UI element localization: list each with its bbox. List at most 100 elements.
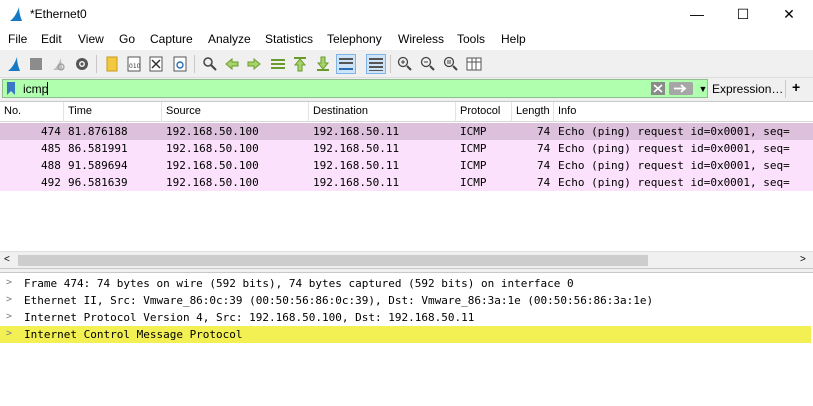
menu-tools[interactable]: Tools [457, 32, 485, 46]
packet-protocol: ICMP [460, 125, 487, 138]
menu-edit[interactable]: Edit [41, 32, 62, 46]
text-cursor [47, 82, 48, 95]
svg-text:010: 010 [129, 63, 141, 70]
menu-go[interactable]: Go [119, 32, 135, 46]
zoom-out-icon [420, 56, 435, 71]
go-to-packet-button[interactable] [268, 54, 288, 74]
column-separator[interactable] [161, 102, 162, 122]
menu-view[interactable]: View [78, 32, 104, 46]
detail-row-ipv4[interactable]: > Internet Protocol Version 4, Src: 192.… [0, 309, 811, 326]
resize-columns-icon [466, 57, 482, 71]
chevron-down-icon[interactable]: ▼ [697, 81, 709, 96]
packet-list-header: No. Time Source Destination Protocol Len… [0, 102, 813, 122]
expression-button[interactable]: Expression… [712, 82, 783, 96]
go-last-icon [316, 56, 330, 71]
column-destination[interactable]: Destination [313, 105, 368, 117]
toolbar-separator [96, 55, 97, 73]
resize-columns-button[interactable] [464, 54, 484, 74]
open-file-button[interactable] [102, 54, 122, 74]
menu-file[interactable]: File [8, 32, 27, 46]
packet-row[interactable]: 488 91.589694 192.168.50.100 192.168.50.… [0, 157, 813, 174]
packet-no: 485 [41, 142, 61, 155]
menu-capture[interactable]: Capture [150, 32, 193, 46]
auto-scroll-icon [339, 58, 353, 70]
detail-text: Ethernet II, Src: Vmware_86:0c:39 (00:50… [24, 294, 654, 307]
minimize-button[interactable]: — [674, 0, 720, 28]
window-title: *Ethernet0 [30, 7, 87, 21]
stop-capture-button[interactable] [26, 54, 46, 74]
horizontal-scrollbar[interactable]: < > [0, 251, 813, 268]
reload-file-button[interactable] [170, 54, 190, 74]
go-back-button[interactable] [222, 54, 242, 74]
expand-arrow-icon[interactable]: > [6, 294, 12, 305]
go-forward-button[interactable] [244, 54, 264, 74]
packet-protocol: ICMP [460, 176, 487, 189]
zoom-out-button[interactable] [418, 54, 438, 74]
column-no[interactable]: No. [4, 105, 21, 117]
column-separator[interactable] [553, 102, 554, 122]
add-filter-button[interactable]: + [792, 79, 800, 95]
zoom-normal-button[interactable] [441, 54, 461, 74]
display-filter-input[interactable]: icmp ▼ [2, 79, 708, 98]
scroll-left-icon[interactable]: < [4, 254, 10, 265]
go-first-icon [293, 57, 307, 72]
go-last-button[interactable] [313, 54, 333, 74]
save-file-icon: 010 [127, 56, 141, 72]
column-separator[interactable] [455, 102, 456, 122]
scroll-right-icon[interactable]: > [800, 254, 806, 265]
packet-time: 96.581639 [68, 176, 128, 189]
packet-row[interactable]: 474 81.876188 192.168.50.100 192.168.50.… [0, 123, 813, 140]
packet-row[interactable]: 485 86.581991 192.168.50.100 192.168.50.… [0, 140, 813, 157]
detail-row-ethernet[interactable]: > Ethernet II, Src: Vmware_86:0c:39 (00:… [0, 292, 811, 309]
detail-row-frame[interactable]: > Frame 474: 74 bytes on wire (592 bits)… [0, 275, 811, 292]
menu-telephony[interactable]: Telephony [327, 32, 382, 46]
packet-length: 74 [537, 176, 551, 189]
menu-statistics[interactable]: Statistics [265, 32, 313, 46]
column-separator[interactable] [308, 102, 309, 122]
start-capture-button[interactable] [4, 54, 24, 74]
scrollbar-thumb[interactable] [18, 255, 648, 266]
colorize-button[interactable] [366, 54, 386, 74]
toolbar-separator [390, 55, 391, 73]
packet-time: 81.876188 [68, 125, 128, 138]
capture-options-button[interactable] [72, 54, 92, 74]
filter-value: icmp [23, 82, 49, 96]
column-separator[interactable] [63, 102, 64, 122]
expand-arrow-icon[interactable]: > [6, 328, 12, 339]
detail-text: Internet Control Message Protocol [24, 328, 243, 341]
restart-capture-icon [53, 58, 65, 71]
close-button[interactable]: ✕ [766, 0, 812, 28]
packet-length: 74 [537, 159, 551, 172]
column-protocol[interactable]: Protocol [460, 105, 500, 117]
column-time[interactable]: Time [68, 105, 92, 117]
close-file-button[interactable] [146, 54, 166, 74]
find-packet-button[interactable] [200, 54, 220, 74]
column-source[interactable]: Source [166, 105, 201, 117]
packet-no: 488 [41, 159, 61, 172]
column-info[interactable]: Info [558, 105, 576, 117]
maximize-button[interactable]: ☐ [720, 0, 766, 28]
packet-info: Echo (ping) request id=0x0001, seq= [558, 159, 790, 172]
zoom-in-icon [397, 56, 412, 71]
expand-arrow-icon[interactable]: > [6, 277, 12, 288]
go-first-button[interactable] [290, 54, 310, 74]
wireshark-fin-icon [10, 7, 22, 21]
main-toolbar: 010 [0, 50, 813, 78]
detail-row-icmp[interactable]: > Internet Control Message Protocol [0, 326, 811, 343]
menu-wireless[interactable]: Wireless [398, 32, 444, 46]
column-separator[interactable] [511, 102, 512, 122]
clear-filter-icon[interactable] [651, 82, 665, 95]
menu-help[interactable]: Help [501, 32, 526, 46]
packet-time: 86.581991 [68, 142, 128, 155]
filter-separator [785, 80, 786, 98]
menu-analyze[interactable]: Analyze [208, 32, 251, 46]
packet-row[interactable]: 492 96.581639 192.168.50.100 192.168.50.… [0, 174, 813, 191]
restart-capture-button[interactable] [48, 54, 68, 74]
auto-scroll-button[interactable] [336, 54, 356, 74]
column-length[interactable]: Length [516, 105, 550, 117]
zoom-in-button[interactable] [395, 54, 415, 74]
save-file-button[interactable]: 010 [124, 54, 144, 74]
apply-filter-icon[interactable] [669, 82, 693, 95]
close-icon: ✕ [783, 5, 795, 22]
expand-arrow-icon[interactable]: > [6, 311, 12, 322]
